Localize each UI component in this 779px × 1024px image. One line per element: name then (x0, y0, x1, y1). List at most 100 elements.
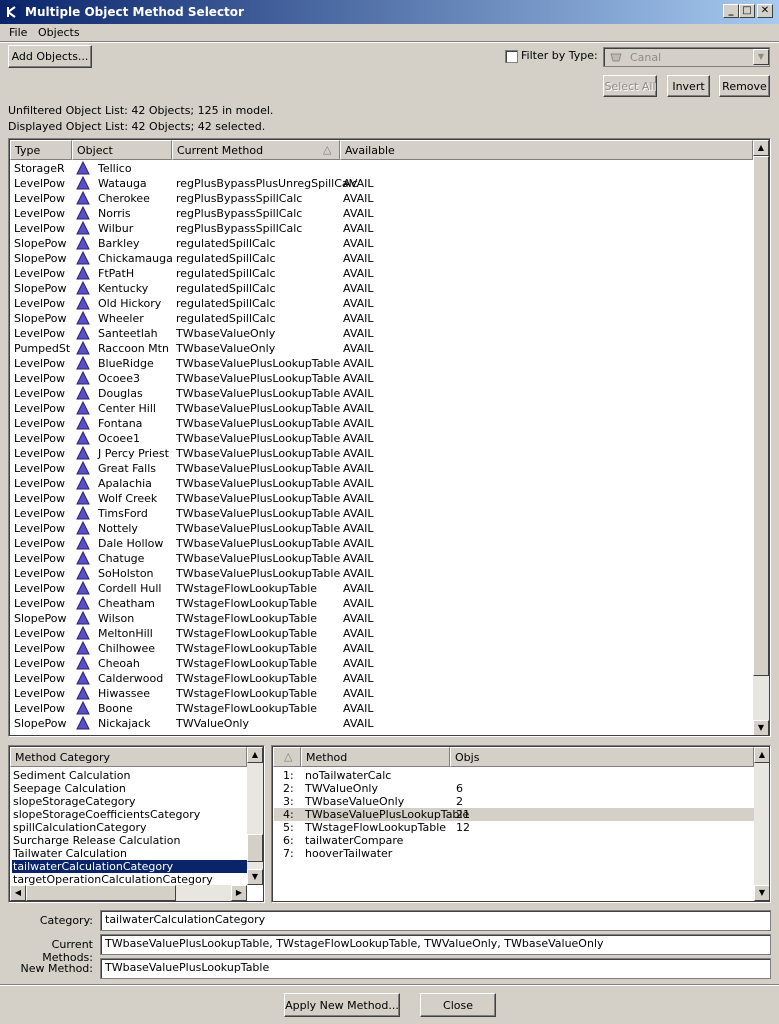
col-header-current-method[interactable]: Current Method △ (172, 140, 340, 160)
new-method-field[interactable]: TWbaseValuePlusLookupTable (100, 958, 771, 979)
table-row[interactable]: SlopePow Wheeler regulatedSpillCalc AVAIL (10, 310, 751, 326)
add-objects-button[interactable]: Add Objects... (8, 45, 92, 68)
list-item[interactable]: Seepage Calculation (12, 782, 126, 795)
category-field[interactable]: tailwaterCalculationCategory (100, 910, 771, 931)
table-row[interactable]: LevelPow Calderwood TWstageFlowLookupTable… (10, 670, 751, 686)
list-item[interactable]: Tailwater Calculation (12, 847, 127, 860)
sort-ascending-icon: △ (284, 750, 293, 763)
table-row[interactable]: 2: TWValueOnly 6 (274, 782, 754, 795)
title-bar[interactable]: Multiple Object Method Selector _ □ ✕ (0, 0, 779, 24)
table-row[interactable]: LevelPow Nottely TWbaseValuePlusLookupTabl… (10, 520, 751, 536)
scroll-right-icon[interactable]: ▶ (231, 885, 247, 901)
table-row[interactable]: 4: TWbaseValuePlusLookupTable 21 (274, 808, 754, 821)
table-row[interactable]: SlopePow Chickamauga regulatedSpillCalc AVA… (10, 250, 751, 266)
table-row[interactable]: LevelPow Ocoee3 TWbaseValuePlusLookupTable… (10, 370, 751, 386)
table-row[interactable]: LevelPow Chatuge TWbaseValuePlusLookupTabl… (10, 550, 751, 566)
category-vscrollbar[interactable]: ▲ ▼ (247, 747, 263, 885)
col-header-method[interactable]: Method (301, 747, 450, 767)
table-row[interactable]: LevelPow SoHolston TWbaseValuePlusLookupTa… (10, 565, 751, 581)
table-row[interactable]: LevelPow Chilhowee TWstageFlowLookupTable A… (10, 640, 751, 656)
table-row[interactable]: LevelPow Cherokee regPlusBypassSpillCalc AV… (10, 190, 751, 206)
table-row[interactable]: SlopePow Wilson TWstageFlowLookupTable AVAI… (10, 610, 751, 626)
scroll-down-icon[interactable]: ▼ (247, 869, 263, 885)
table-row[interactable]: LevelPow Wilbur regPlusBypassSpillCalc AVAI… (10, 220, 751, 236)
list-item[interactable]: Surcharge Release Calculation (12, 834, 180, 847)
scroll-thumb[interactable] (753, 156, 769, 676)
col-header-type[interactable]: Type (10, 140, 72, 160)
table-row[interactable]: 5: TWstageFlowLookupTable 12 (274, 821, 754, 834)
maximize-button[interactable]: □ (739, 4, 755, 18)
table-row[interactable]: 3: TWbaseValueOnly 2 (274, 795, 754, 808)
table-row[interactable]: LevelPow Wolf Creek TWbaseValuePlusLookupT… (10, 490, 751, 506)
invert-button[interactable]: Invert (667, 75, 710, 97)
list-item[interactable]: slopeStorageCoefficientsCategory (12, 808, 200, 821)
scroll-thumb[interactable] (247, 834, 263, 862)
table-row[interactable]: LevelPow Douglas TWbaseValuePlusLookupTabl… (10, 385, 751, 401)
table-row[interactable]: LevelPow Fontana TWbaseValuePlusLookupTabl… (10, 415, 751, 431)
table-row[interactable]: LevelPow Center Hill TWbaseValuePlusLookup… (10, 400, 751, 416)
list-item[interactable]: Sediment Calculation (12, 769, 130, 782)
remove-button[interactable]: Remove (719, 75, 770, 97)
table-row[interactable]: 1: noTailwaterCalc (274, 769, 754, 782)
table-row[interactable]: LevelPow Dale Hollow TWbaseValuePlusLookup… (10, 535, 751, 551)
table-row[interactable]: LevelPow TimsFord TWbaseValuePlusLookupTab… (10, 505, 751, 521)
table-row[interactable]: LevelPow FtPatH regulatedSpillCalc AVAIL (10, 265, 751, 281)
close-button[interactable]: Close (420, 993, 496, 1017)
filter-type-select[interactable]: Canal ▼ (603, 47, 770, 67)
table-row[interactable]: LevelPow Hiwassee TWstageFlowLookupTable AV… (10, 685, 751, 701)
table-row[interactable]: SlopePow Nickajack TWValueOnly AVAIL (10, 715, 751, 731)
menu-file[interactable]: File (9, 26, 27, 39)
chevron-down-icon[interactable]: ▼ (753, 49, 769, 65)
scroll-left-icon[interactable]: ◀ (10, 885, 26, 901)
table-row[interactable]: LevelPow Old Hickory regulatedSpillCalc AVA… (10, 295, 751, 311)
col-header-objs[interactable]: Objs (450, 747, 754, 767)
table-row[interactable]: 6: tailwaterCompare (274, 834, 754, 847)
table-row[interactable]: LevelPow Great Falls TWbaseValuePlusLookup… (10, 460, 751, 476)
cell-object: Chatuge (98, 552, 145, 565)
list-item[interactable]: spillCalculationCategory (12, 821, 147, 834)
col-header-available[interactable]: Available (340, 140, 753, 160)
table-row[interactable]: LevelPow Santeetlah TWbaseValueOnly AVAIL (10, 325, 751, 341)
table-row[interactable]: LevelPow MeltonHill TWstageFlowLookupTable… (10, 625, 751, 641)
table-row[interactable]: LevelPow Cordell Hull TWstageFlowLookupTab… (10, 580, 751, 596)
list-item[interactable]: slopeStorageCategory (12, 795, 136, 808)
object-table-scrollbar[interactable]: ▲ ▼ (753, 140, 769, 735)
minimize-button[interactable]: _ (723, 4, 739, 18)
table-row[interactable]: LevelPow J Percy Priest TWbaseValuePlusLoo… (10, 445, 751, 461)
current-methods-field[interactable]: TWbaseValuePlusLookupTable, TWstageFlowL… (100, 934, 771, 955)
table-row[interactable]: LevelPow Ocoee1 TWbaseValuePlusLookupTable… (10, 430, 751, 446)
table-row[interactable]: LevelPow Apalachia TWbaseValuePlusLookupTa… (10, 475, 751, 491)
table-row[interactable]: LevelPow Cheatham TWstageFlowLookupTable AV… (10, 595, 751, 611)
table-row[interactable]: LevelPow Cheoah TWstageFlowLookupTable AVAI… (10, 655, 751, 671)
select-all-button[interactable]: Select All (603, 75, 657, 97)
table-row[interactable]: PumpedSt Raccoon Mtn TWbaseValueOnly AVAIL (10, 340, 751, 356)
col-header-num[interactable]: △ (273, 747, 301, 767)
scroll-up-icon[interactable]: ▲ (753, 140, 769, 156)
filter-by-type-checkbox[interactable] (505, 50, 518, 63)
method-table-scrollbar[interactable]: ▲ ▼ (754, 747, 769, 901)
cell-method: tailwaterCompare (305, 834, 404, 847)
table-row[interactable]: SlopePow Kentucky regulatedSpillCalc AVAIL (10, 280, 751, 296)
scroll-thumb[interactable] (26, 885, 176, 901)
table-row[interactable]: SlopePow Barkley regulatedSpillCalc AVAIL (10, 235, 751, 251)
scroll-up-icon[interactable]: ▲ (247, 747, 263, 763)
table-row[interactable]: LevelPow BlueRidge TWbaseValuePlusLookupTa… (10, 355, 751, 371)
table-row[interactable]: 7: hooverTailwater (274, 847, 754, 860)
close-window-button[interactable]: ✕ (757, 4, 773, 18)
scroll-down-icon[interactable]: ▼ (753, 720, 769, 735)
col-header-object[interactable]: Object (72, 140, 172, 160)
apply-new-method-button[interactable]: Apply New Method... (284, 993, 400, 1017)
list-item[interactable]: tailwaterCalculationCategory (12, 860, 248, 873)
scroll-down-icon[interactable]: ▼ (754, 885, 769, 901)
object-table[interactable]: Type Object Current Method △ Available S… (9, 139, 770, 736)
method-table[interactable]: △ Method Objs 1: noTailwaterCalc 2: TWValue… (272, 746, 770, 902)
table-row[interactable]: LevelPow Norris regPlusBypassSpillCalc AVAI… (10, 205, 751, 221)
table-row[interactable]: LevelPow Watauga regPlusBypassPlusUnregSpi… (10, 175, 751, 191)
table-row[interactable]: StorageR Tellico (10, 161, 751, 176)
method-category-list[interactable]: Method Category Sediment Calculation Seep… (9, 746, 264, 902)
menu-objects[interactable]: Objects (38, 26, 80, 39)
category-hscrollbar[interactable]: ◀ ▶ (10, 885, 247, 901)
cell-object: Douglas (98, 387, 143, 400)
table-row[interactable]: LevelPow Boone TWstageFlowLookupTable AVAIL (10, 700, 751, 716)
scroll-up-icon[interactable]: ▲ (754, 747, 769, 763)
